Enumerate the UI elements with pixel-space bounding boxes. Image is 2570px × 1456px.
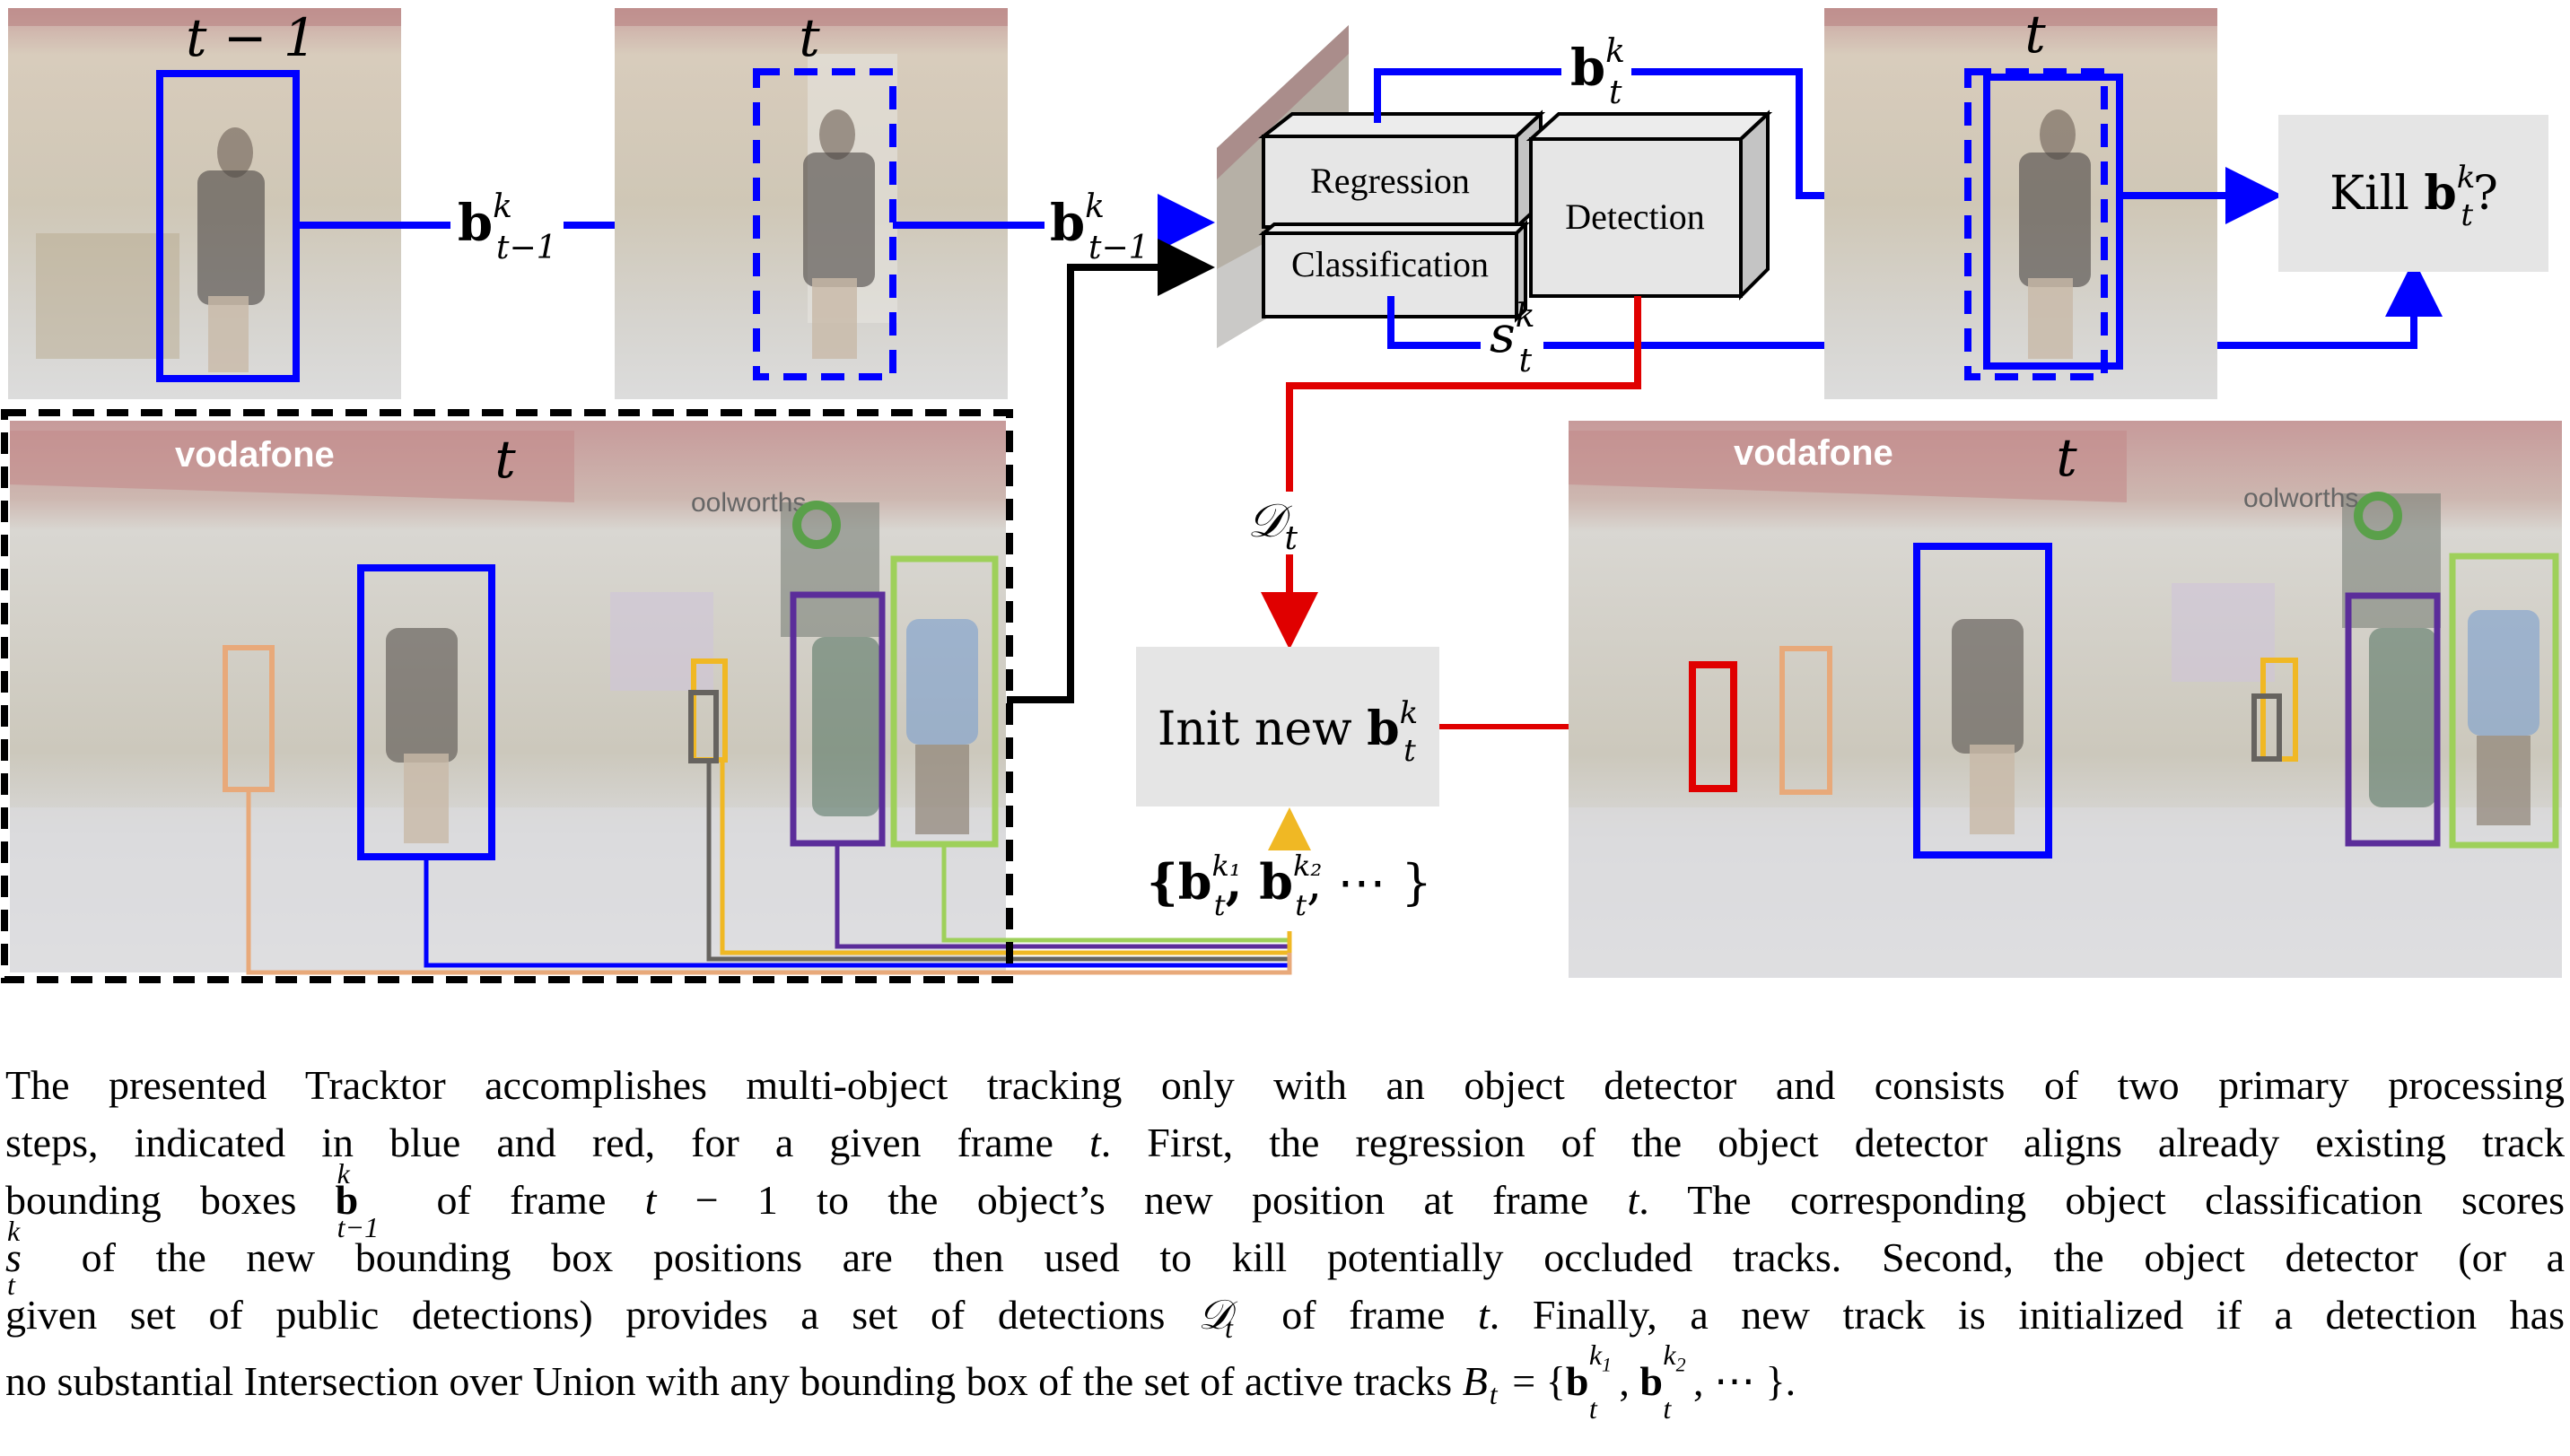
pedestrian-silhouette xyxy=(819,109,855,160)
caption-math-active-set: Bt xyxy=(1462,1358,1498,1410)
caption-text: . Finally, a new track is initialized if… xyxy=(1489,1292,2565,1338)
edge-input-box-label: bk t−1 xyxy=(1050,188,1150,266)
pedestrian-silhouette xyxy=(2040,109,2076,160)
edge-score-label: sk t xyxy=(1490,298,1535,379)
caption-text: bounding boxes xyxy=(5,1177,336,1223)
edge-prev-box-label: bk t−1 xyxy=(458,188,557,266)
frame-curr-label: t xyxy=(799,7,820,68)
frame-prev: t − 1 xyxy=(8,7,401,399)
figure-caption: The presented Tracktor accomplishes mult… xyxy=(5,1057,2565,1425)
frame-output-label: t xyxy=(2056,427,2077,488)
caption-text: = { xyxy=(1501,1358,1566,1404)
pedestrian-silhouette xyxy=(217,127,253,178)
caption-math-b2: b k2 t xyxy=(1639,1338,1686,1425)
edge-detections-label: 𝒟t xyxy=(1247,494,1298,557)
caption-text: steps, indicated in blue and red, for a … xyxy=(5,1120,1089,1165)
caption-text: − 1 to the object’s new position at fram… xyxy=(656,1177,1628,1223)
caption-text: , xyxy=(1619,1358,1640,1404)
classification-label: Classification xyxy=(1291,244,1489,284)
caption-text: The presented Tracktor accomplishes mult… xyxy=(5,1062,2565,1108)
frame-regressed-label: t xyxy=(2024,4,2046,65)
caption-math-box-prev: b k t−1 xyxy=(335,1157,380,1243)
frame-main: vodafone oolworths t xyxy=(1,409,1292,983)
detection-block: Detection xyxy=(1525,109,1773,301)
network: Regression Classification Detection xyxy=(1258,109,1773,323)
store-sign-woolworths: oolworths xyxy=(2243,484,2358,513)
caption-text: of frame xyxy=(398,1177,645,1223)
caption-math-b1: b k1 t xyxy=(1565,1338,1613,1425)
caption-text: of frame xyxy=(1248,1292,1479,1338)
tracktor-diagram: t − 1 bk t−1 t bk t−1 Regression Classif… xyxy=(1,4,2562,983)
caption-math-score: skt xyxy=(5,1215,22,1301)
frame-main-label: t xyxy=(494,429,516,490)
edge-regressed-box-label: bk t xyxy=(1570,33,1625,111)
regression-label: Regression xyxy=(1310,161,1470,201)
frame-regressed: t xyxy=(1824,4,2217,399)
caption-line-3: bounding boxes b k t−1 of frame t − 1 to t… xyxy=(5,1157,2565,1243)
caption-line-6: no substantial Intersection over Union w… xyxy=(5,1338,2565,1425)
edge-frame-to-network xyxy=(1007,239,1215,703)
frame-output: vodafone oolworths t xyxy=(1569,421,2562,978)
caption-math-t: t xyxy=(1478,1292,1490,1338)
caption-line-4: skt of the new bounding box positions ar… xyxy=(5,1215,2565,1301)
store-sign-woolworths: oolworths xyxy=(691,488,806,518)
caption-math-t: t xyxy=(1627,1177,1639,1223)
caption-text: . The corresponding object classificatio… xyxy=(1639,1177,2565,1223)
caption-line-2: steps, indicated in blue and red, for a … xyxy=(5,1114,2565,1172)
kill-decision-box: Kill bk t? xyxy=(2278,115,2548,272)
regression-block: Regression xyxy=(1258,109,1546,231)
store-sign-vodafone: vodafone xyxy=(1734,433,1893,473)
store-sign-vodafone: vodafone xyxy=(175,435,335,475)
caption-text: . First, the regression of the object de… xyxy=(1100,1120,2565,1165)
frame-prev-label: t − 1 xyxy=(186,7,317,68)
caption-text: of the new bounding box positions are th… xyxy=(40,1234,2565,1280)
active-tracks-set-label: {bk₁ t, bk₂ t, ⋯ } xyxy=(1147,849,1432,922)
caption-math-detections: 𝒟t xyxy=(1197,1292,1233,1344)
caption-text: given set of public detections) provides… xyxy=(5,1292,1198,1338)
init-decision-box: Init new bk t xyxy=(1136,647,1439,806)
caption-text: no substantial Intersection over Union w… xyxy=(5,1358,1463,1404)
caption-line-5: given set of public detections) provides… xyxy=(5,1286,2565,1344)
detection-label: Detection xyxy=(1565,196,1705,237)
caption-math-t: t xyxy=(644,1177,657,1223)
caption-line-1: The presented Tracktor accomplishes mult… xyxy=(5,1057,2565,1114)
caption-text: , ⋯ }. xyxy=(1693,1358,1796,1404)
frame-curr: t xyxy=(615,7,1008,399)
caption-math-t: t xyxy=(1088,1120,1101,1165)
